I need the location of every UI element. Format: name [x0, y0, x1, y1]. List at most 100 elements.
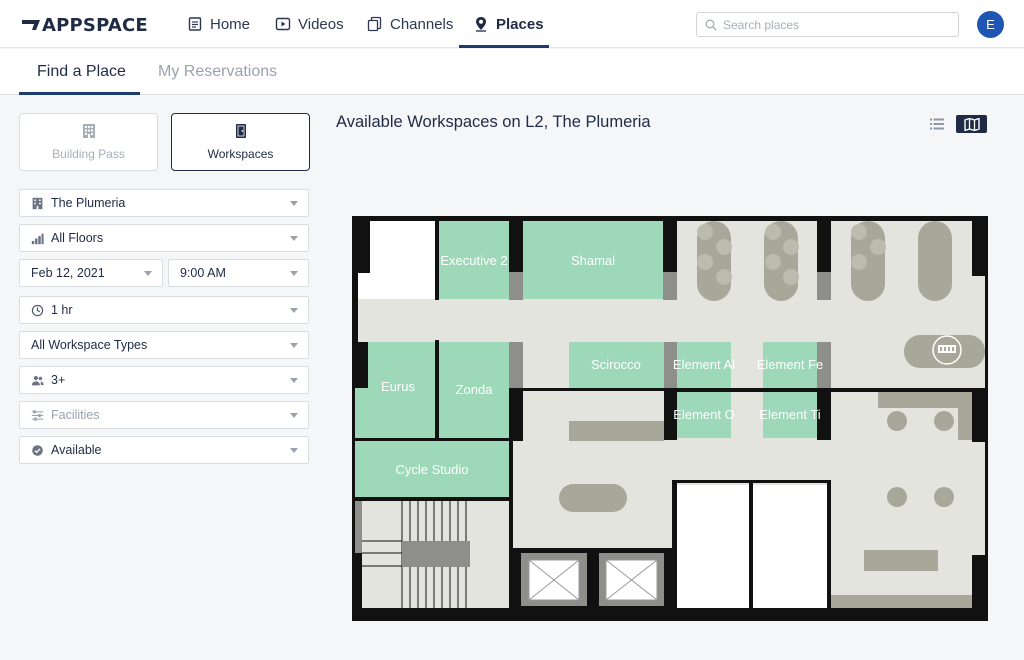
wall	[352, 221, 370, 273]
building-select-value: The Plumeria	[51, 196, 126, 210]
chevron-down-icon	[290, 448, 298, 453]
building-pass-button[interactable]: Building Pass	[19, 113, 158, 171]
chevron-down-icon	[290, 201, 298, 206]
room-label-zonda: Zonda	[456, 382, 494, 397]
corridor	[731, 392, 763, 438]
chevron-down-icon	[290, 236, 298, 241]
room-label-element-al: Element Al	[673, 357, 735, 372]
service-room	[753, 485, 827, 608]
wall-segment	[509, 272, 523, 300]
tab-my-reservations[interactable]: My Reservations	[158, 49, 277, 95]
active-nav-indicator	[459, 45, 549, 48]
sliders-icon	[31, 409, 44, 421]
people-icon	[31, 375, 44, 385]
nav-videos-label: Videos	[298, 15, 344, 33]
tab-find-a-place[interactable]: Find a Place	[37, 49, 126, 95]
counter	[831, 595, 972, 608]
nav-places-label: Places	[496, 15, 544, 33]
duration-select[interactable]: 1 hr	[19, 296, 309, 324]
time-select[interactable]: 9:00 AM	[168, 259, 309, 287]
active-tab-indicator	[19, 92, 140, 95]
search-box[interactable]	[696, 12, 959, 37]
wall	[509, 388, 523, 440]
capacity-select-value: 3+	[51, 373, 66, 387]
map-view-button[interactable]	[956, 115, 987, 133]
facilities-select[interactable]: Facilities	[19, 401, 309, 429]
video-icon	[275, 17, 291, 31]
map-icon	[963, 117, 980, 131]
wall-segment	[509, 342, 523, 388]
nav-channels-label: Channels	[390, 15, 454, 33]
counter	[958, 392, 972, 440]
wall	[523, 388, 664, 391]
chevron-down-icon	[290, 413, 298, 418]
room-label-executive-2: Executive 2	[440, 253, 507, 268]
nav-home-label: Home	[210, 15, 251, 33]
nav-videos[interactable]: Videos	[275, 0, 344, 48]
top-navigation-bar: APPSPACE Home Videos Channels Places E	[0, 0, 1024, 48]
search-input[interactable]	[723, 17, 943, 32]
wall	[664, 388, 831, 392]
nav-places[interactable]: Places	[473, 0, 544, 48]
room-label-scirocco: Scirocco	[591, 357, 641, 372]
channels-icon	[367, 16, 382, 32]
room-label-cycle-studio: Cycle Studio	[396, 462, 469, 477]
availability-select[interactable]: Available	[19, 436, 309, 464]
wall-segment	[817, 272, 831, 300]
room-label-element-ti: Element Ti	[759, 407, 821, 422]
wall-segment	[355, 501, 362, 553]
list-icon	[930, 118, 944, 130]
list-view-button[interactable]	[928, 115, 946, 133]
nav-home[interactable]: Home	[187, 0, 250, 48]
clock-icon	[31, 304, 44, 316]
counter	[569, 421, 664, 441]
wall	[435, 216, 439, 300]
wall	[831, 388, 988, 392]
room-label-element-fe: Element Fe	[757, 357, 823, 372]
room-label-element-o: Element O	[673, 407, 734, 422]
page-title: Available Workspaces on L2, The Plumeria	[336, 113, 651, 131]
workspace-type-select-value: All Workspace Types	[31, 338, 148, 352]
date-select[interactable]: Feb 12, 2021	[19, 259, 163, 287]
table-icon	[938, 345, 956, 353]
wall	[355, 438, 523, 441]
building-icon	[82, 124, 95, 138]
floor-select[interactable]: All Floors	[19, 224, 309, 252]
room-label-eurus: Eurus	[381, 379, 415, 394]
service-room	[677, 485, 749, 608]
chevron-down-icon	[290, 308, 298, 313]
floors-icon	[31, 233, 44, 244]
wall	[509, 216, 523, 272]
floor-plan-map[interactable]: Executive 2 Shamal Eurus Zonda Scirocco …	[352, 216, 988, 621]
nav-channels[interactable]: Channels	[367, 0, 453, 48]
workspaces-label: Workspaces	[207, 147, 274, 161]
wall	[355, 497, 513, 501]
wall	[749, 483, 753, 621]
location-pin-icon	[476, 17, 486, 32]
wall	[509, 441, 513, 501]
availability-select-value: Available	[51, 443, 102, 457]
workspace-type-select[interactable]: All Workspace Types	[19, 331, 309, 359]
facilities-select-value: Facilities	[51, 408, 100, 422]
workspaces-button[interactable]: Workspaces	[171, 113, 310, 171]
table	[559, 484, 627, 512]
chevron-down-icon	[290, 271, 298, 276]
wall	[352, 342, 368, 388]
chevron-down-icon	[290, 343, 298, 348]
capacity-select[interactable]: 3+	[19, 366, 309, 394]
wall	[672, 480, 831, 483]
search-icon	[705, 19, 717, 30]
wall-segment	[663, 272, 677, 300]
date-select-value: Feb 12, 2021	[31, 266, 105, 280]
appspace-logo[interactable]: APPSPACE	[22, 14, 148, 36]
lounge-sofa	[918, 221, 952, 301]
time-select-value: 9:00 AM	[180, 266, 226, 280]
wall	[972, 555, 988, 621]
stair-landing	[402, 541, 470, 567]
user-avatar[interactable]: E	[977, 11, 1004, 38]
wall	[663, 216, 677, 272]
building-icon	[32, 197, 43, 209]
door-icon	[235, 124, 246, 138]
chevron-down-icon	[144, 271, 152, 276]
building-select[interactable]: The Plumeria	[19, 189, 309, 217]
